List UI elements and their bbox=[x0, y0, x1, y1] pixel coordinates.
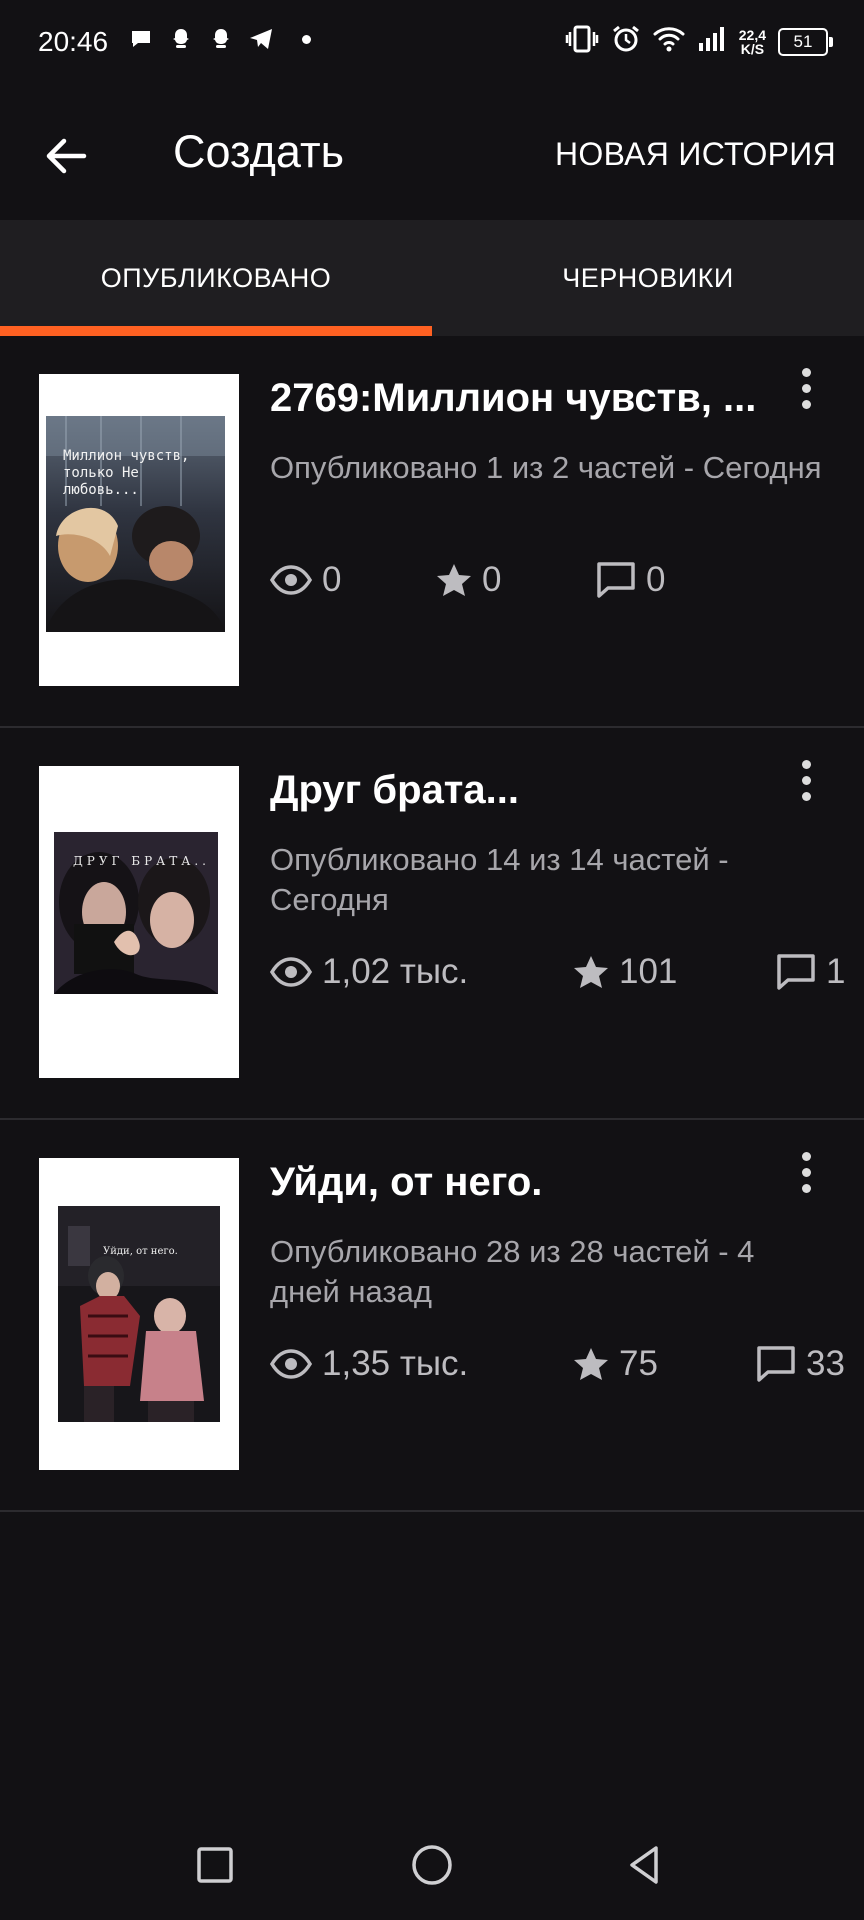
page-title: Создать bbox=[173, 126, 345, 177]
network-speed: 22,4 K/S bbox=[739, 28, 766, 56]
eye-icon bbox=[270, 957, 312, 987]
status-bar: 20:46 22,4 K/S 51 bbox=[0, 0, 864, 86]
votes-stat: 101 bbox=[573, 952, 677, 992]
votes-count: 0 bbox=[482, 560, 502, 599]
tab-published[interactable]: ОПУБЛИКОВАНО bbox=[0, 220, 432, 336]
signal-icon bbox=[697, 25, 727, 58]
wifi-icon bbox=[653, 25, 685, 58]
triangle-back-icon bbox=[630, 1846, 658, 1884]
system-nav-bar bbox=[0, 1810, 864, 1920]
reads-stat: 0 bbox=[270, 560, 341, 600]
vibrate-icon bbox=[565, 25, 599, 58]
cover-text: ДРУГ БРАТА.. bbox=[73, 854, 210, 868]
more-options-button[interactable] bbox=[796, 368, 816, 412]
reads-count: 1,02 тыс. bbox=[322, 952, 469, 991]
story-title[interactable]: 2769:Миллион чувств, ... bbox=[270, 376, 756, 421]
story-item[interactable]: ДРУГ БРАТА.. Друг брата... Опубликовано … bbox=[0, 728, 864, 1120]
arrow-left-icon bbox=[46, 138, 87, 174]
votes-count: 101 bbox=[619, 952, 678, 991]
story-publish-status: Опубликовано 1 из 2 частей - Сегодня bbox=[270, 450, 822, 485]
comment-icon bbox=[597, 562, 635, 598]
cover-text: Миллион чувств, только Не любовь... bbox=[63, 448, 190, 498]
cover-text: Уйди, от него. bbox=[103, 1246, 178, 1257]
square-icon bbox=[197, 1847, 233, 1883]
comment-icon bbox=[777, 954, 815, 990]
new-story-button[interactable]: НОВАЯ ИСТОРИЯ bbox=[555, 136, 836, 173]
story-stats: 1,35 тыс. 75 33 bbox=[270, 1344, 864, 1386]
comments-stat: 1 bbox=[776, 952, 845, 992]
snapchat-icon bbox=[208, 26, 234, 52]
story-item[interactable]: Уйди, от него. Уйди, от него. Опубликова… bbox=[0, 1120, 864, 1512]
story-stats: 0 0 0 bbox=[270, 560, 864, 602]
back-button[interactable] bbox=[40, 130, 92, 182]
reads-count: 1,35 тыс. bbox=[322, 1344, 469, 1383]
eye-icon bbox=[270, 1349, 312, 1379]
more-notifications-dot bbox=[302, 34, 311, 44]
story-cover[interactable]: Уйди, от него. bbox=[39, 1158, 239, 1470]
story-cover[interactable]: Миллион чувств, только Не любовь... bbox=[39, 374, 239, 686]
more-options-button[interactable] bbox=[796, 760, 816, 804]
star-icon bbox=[574, 1348, 608, 1380]
reads-stat: 1,02 тыс. bbox=[270, 952, 468, 992]
star-icon bbox=[437, 564, 471, 596]
app-bar: Создать НОВАЯ ИСТОРИЯ bbox=[0, 86, 864, 220]
system-icons: 22,4 K/S 51 bbox=[565, 24, 833, 59]
active-tab-indicator bbox=[0, 326, 432, 336]
home-button[interactable] bbox=[407, 1840, 457, 1890]
votes-count: 75 bbox=[619, 1344, 658, 1383]
reads-stat: 1,35 тыс. bbox=[270, 1344, 468, 1384]
chat-icon bbox=[128, 26, 154, 52]
comments-count: 1 bbox=[826, 952, 846, 991]
circle-icon bbox=[412, 1845, 452, 1885]
eye-icon bbox=[270, 565, 312, 595]
telegram-icon bbox=[248, 26, 274, 52]
comments-count: 33 bbox=[806, 1344, 845, 1383]
recents-button[interactable] bbox=[190, 1840, 240, 1890]
more-options-button[interactable] bbox=[796, 1152, 816, 1196]
story-publish-status: Опубликовано 14 из 14 частей - Сегодня bbox=[270, 842, 729, 917]
story-title[interactable]: Уйди, от него. bbox=[270, 1160, 542, 1205]
story-cover[interactable]: ДРУГ БРАТА.. bbox=[39, 766, 239, 1078]
cover-image bbox=[58, 1206, 220, 1422]
back-nav-button[interactable] bbox=[620, 1840, 670, 1890]
battery-icon: 51 bbox=[778, 27, 833, 56]
tab-bar: ОПУБЛИКОВАНО ЧЕРНОВИКИ bbox=[0, 220, 864, 336]
comments-count: 0 bbox=[646, 560, 666, 599]
comment-icon bbox=[757, 1346, 795, 1382]
comments-stat: 0 bbox=[596, 560, 665, 600]
story-stats: 1,02 тыс. 101 1 bbox=[270, 952, 864, 994]
comments-stat: 33 bbox=[756, 1344, 845, 1384]
speed-unit: K/S bbox=[740, 40, 765, 57]
tab-drafts[interactable]: ЧЕРНОВИКИ bbox=[432, 220, 864, 336]
votes-stat: 75 bbox=[573, 1344, 658, 1384]
alarm-icon bbox=[611, 24, 641, 59]
snapchat-icon bbox=[168, 26, 194, 52]
story-publish-status: Опубликовано 28 из 28 частей - 4 дней на… bbox=[270, 1234, 755, 1309]
star-icon bbox=[574, 956, 608, 988]
notification-icons bbox=[128, 26, 311, 52]
reads-count: 0 bbox=[322, 560, 342, 599]
story-title[interactable]: Друг брата... bbox=[270, 768, 519, 813]
story-item[interactable]: Миллион чувств, только Не любовь... 2769… bbox=[0, 336, 864, 728]
status-time: 20:46 bbox=[38, 26, 109, 57]
votes-stat: 0 bbox=[436, 560, 501, 600]
